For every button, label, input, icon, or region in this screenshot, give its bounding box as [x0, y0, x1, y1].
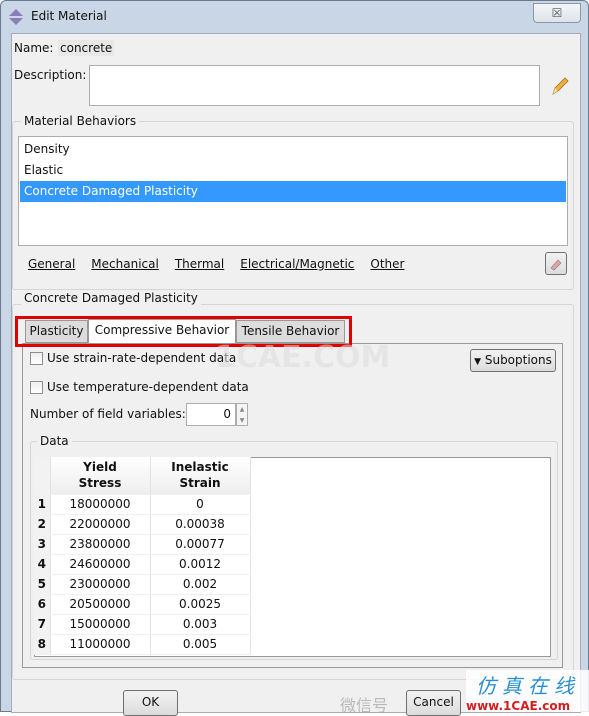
close-button[interactable]: ☒ — [533, 3, 581, 23]
cell-inelastic-strain[interactable]: 0.0025 — [150, 594, 251, 615]
behavior-menu-bar: General Mechanical Thermal Electrical/Ma… — [28, 257, 404, 271]
cell-yield-stress[interactable]: 22000000 — [50, 514, 151, 535]
field-variables-input[interactable]: 0 — [186, 403, 236, 426]
row-header[interactable]: 8 — [34, 634, 51, 655]
row-header[interactable]: 6 — [34, 594, 51, 615]
description-input[interactable] — [89, 65, 540, 106]
spin-down-icon[interactable]: ▼ — [237, 415, 247, 426]
row-header[interactable]: 4 — [34, 554, 51, 575]
field-variables-spinner[interactable]: ▲ ▼ — [236, 403, 248, 426]
header-line: Strain — [179, 476, 221, 491]
pencil-icon[interactable] — [550, 75, 570, 97]
corner-header — [34, 457, 51, 495]
header-inelastic-strain[interactable]: Inelastic Strain — [150, 457, 251, 495]
menu-thermal[interactable]: Thermal — [175, 257, 224, 271]
behaviors-list[interactable]: Density Elastic Concrete Damaged Plastic… — [18, 136, 568, 246]
cell-yield-stress[interactable]: 20500000 — [50, 594, 151, 615]
table-row: 6 20500000 0.0025 — [34, 594, 251, 615]
cancel-button[interactable]: Cancel — [406, 690, 461, 716]
behavior-group-label: Concrete Damaged Plasticity — [21, 291, 201, 305]
row-header[interactable]: 7 — [34, 614, 51, 635]
description-label: Description: — [14, 68, 87, 82]
menu-mechanical[interactable]: Mechanical — [91, 257, 159, 271]
cell-yield-stress[interactable]: 15000000 — [50, 614, 151, 635]
table-row: 8 11000000 0.005 — [34, 634, 251, 655]
cell-inelastic-strain[interactable]: 0.00038 — [150, 514, 251, 535]
header-line: Yield — [83, 460, 117, 475]
table-row: 4 24600000 0.0012 — [34, 554, 251, 575]
menu-electrical-magnetic[interactable]: Electrical/Magnetic — [240, 257, 354, 271]
table-row: 3 23800000 0.00077 — [34, 534, 251, 555]
highlight-box — [15, 316, 352, 347]
ok-button[interactable]: OK — [123, 690, 178, 716]
menu-other[interactable]: Other — [370, 257, 404, 271]
window-title: Edit Material — [31, 9, 107, 23]
list-item-elastic[interactable]: Elastic — [20, 160, 566, 181]
header-line: Inelastic — [171, 460, 229, 475]
name-label: Name: — [14, 41, 54, 55]
suboptions-label: Suboptions — [484, 353, 552, 367]
table-row: 1 18000000 0 — [34, 494, 251, 515]
row-header[interactable]: 1 — [34, 494, 51, 515]
title-bar: Edit Material ☒ — [1, 1, 589, 33]
cell-inelastic-strain[interactable]: 0.003 — [150, 614, 251, 635]
table-row: 5 23000000 0.002 — [34, 574, 251, 595]
triangle-down-icon: ▼ — [474, 357, 482, 367]
data-table: Yield Stress Inelastic Strain 1 18000000 0 2 2… — [34, 457, 251, 655]
suboptions-button[interactable]: ▼ Suboptions — [470, 349, 556, 372]
list-item-density[interactable]: Density — [20, 139, 566, 160]
strain-rate-checkbox[interactable] — [30, 352, 43, 365]
header-yield-stress[interactable]: Yield Stress — [50, 457, 151, 495]
eraser-icon — [550, 259, 562, 271]
menu-general[interactable]: General — [28, 257, 75, 271]
table-row: 7 15000000 0.003 — [34, 614, 251, 635]
cell-yield-stress[interactable]: 23800000 — [50, 534, 151, 555]
cell-yield-stress[interactable]: 24600000 — [50, 554, 151, 575]
cell-inelastic-strain[interactable]: 0.005 — [150, 634, 251, 655]
strain-rate-label: Use strain-rate-dependent data — [47, 351, 237, 365]
cell-inelastic-strain[interactable]: 0.002 — [150, 574, 251, 595]
cell-yield-stress[interactable]: 11000000 — [50, 634, 151, 655]
name-value: concrete — [58, 40, 115, 56]
data-group-label: Data — [37, 434, 72, 448]
material-behaviors-label: Material Behaviors — [21, 114, 140, 128]
edit-behavior-button[interactable] — [545, 252, 567, 275]
cell-inelastic-strain[interactable]: 0.00077 — [150, 534, 251, 555]
list-item-concrete-damaged-plasticity[interactable]: Concrete Damaged Plasticity — [20, 181, 566, 202]
header-line: Stress — [78, 476, 122, 491]
row-header[interactable]: 3 — [34, 534, 51, 555]
cell-yield-stress[interactable]: 18000000 — [50, 494, 151, 515]
field-variables-label: Number of field variables: — [30, 407, 186, 421]
row-header[interactable]: 5 — [34, 574, 51, 595]
cell-inelastic-strain[interactable]: 0.0012 — [150, 554, 251, 575]
cell-inelastic-strain[interactable]: 0 — [150, 494, 251, 515]
spin-up-icon[interactable]: ▲ — [237, 404, 247, 415]
row-header[interactable]: 2 — [34, 514, 51, 535]
cell-yield-stress[interactable]: 23000000 — [50, 574, 151, 595]
app-icon — [9, 9, 23, 25]
temperature-checkbox[interactable] — [30, 381, 43, 394]
temperature-label: Use temperature-dependent data — [47, 380, 249, 394]
table-row: 2 22000000 0.00038 — [34, 514, 251, 535]
